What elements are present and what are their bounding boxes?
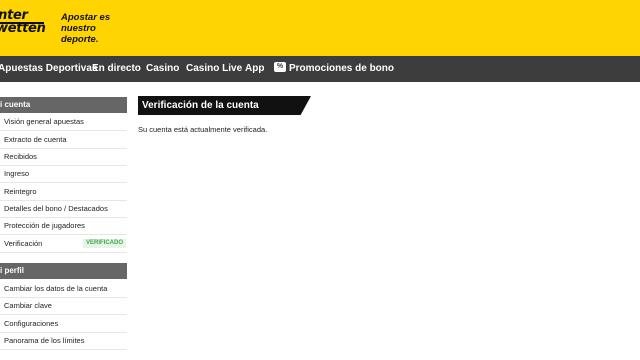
sidebar-item-detalles-bono[interactable]: Detalles del bono / Destacados (0, 200, 127, 218)
sidebar-heading-profile: i perfil (0, 263, 127, 279)
sidebar-item-vision-general[interactable]: Visión general apuestas (0, 113, 127, 131)
header-bar: inter wetten Apostar es nuestro deporte. (0, 0, 640, 56)
sidebar-item-label: Recibidos (4, 152, 37, 161)
slogan: Apostar es nuestro deporte. (61, 12, 110, 45)
sidebar-item-proteccion[interactable]: Protección de jugadores (0, 217, 127, 235)
page-title: Verificación de la cuenta completada. (138, 96, 311, 115)
verification-message: Su cuenta está actualmente verificada. (138, 125, 268, 134)
nav-item-promociones[interactable]: % Promociones de bono (274, 56, 394, 82)
nav-promo-label: Promociones de bono (289, 63, 395, 74)
sidebar-item-verificacion[interactable]: Verificación VERIFICADO (0, 235, 127, 253)
sidebar-item-label: Reintegro (4, 187, 37, 196)
sidebar-item-label: Detalles del bono / Destacados (4, 204, 108, 213)
sidebar-item-panorama-limites[interactable]: Panorama de los límites (0, 332, 127, 350)
sidebar-item-label: Visión general apuestas (4, 117, 84, 126)
sidebar-item-recibidos[interactable]: Recibidos (0, 148, 127, 166)
interwetten-logo[interactable]: inter wetten (0, 9, 46, 39)
nav-item-en-directo[interactable]: En directo (92, 56, 141, 82)
promo-percent-icon: % (274, 62, 286, 73)
slogan-line: nuestro (61, 23, 96, 34)
sidebar-item-cambiar-clave[interactable]: Cambiar clave (0, 297, 127, 315)
sidebar-item-label: Protección de jugadores (4, 221, 85, 230)
sidebar-item-extracto[interactable]: Extracto de cuenta (0, 131, 127, 149)
sidebar-item-label: Cambiar clave (4, 301, 52, 310)
sidebar-item-label: Extracto de cuenta (4, 135, 67, 144)
sidebar-item-cambiar-datos[interactable]: Cambiar los datos de la cuenta (0, 280, 127, 298)
sidebar-item-configuraciones[interactable]: Configuraciones (0, 315, 127, 333)
main-nav: Apuestas Deportivas En directo Casino Ca… (0, 56, 640, 82)
sidebar-item-ingreso[interactable]: Ingreso (0, 165, 127, 183)
sidebar-item-label: Ingreso (4, 169, 30, 178)
sidebar-item-label: Configuraciones (4, 319, 59, 328)
nav-item-casino[interactable]: Casino (146, 56, 179, 82)
nav-item-apuestas-deportivas[interactable]: Apuestas Deportivas (0, 56, 97, 82)
sidebar-item-label: Cambiar los datos de la cuenta (4, 284, 108, 293)
verified-badge: VERIFICADO (82, 239, 126, 248)
sidebar-heading-account: i cuenta (0, 97, 127, 113)
sidebar-item-label: Verificación (4, 239, 43, 248)
nav-item-app[interactable]: App (245, 56, 264, 82)
sidebar-item-reintegro[interactable]: Reintegro (0, 183, 127, 201)
slogan-line: Apostar es (61, 12, 111, 23)
slogan-line: deporte. (61, 34, 99, 45)
nav-item-casino-live[interactable]: Casino Live (186, 56, 242, 82)
sidebar-item-label: Panorama de los límites (4, 336, 85, 345)
